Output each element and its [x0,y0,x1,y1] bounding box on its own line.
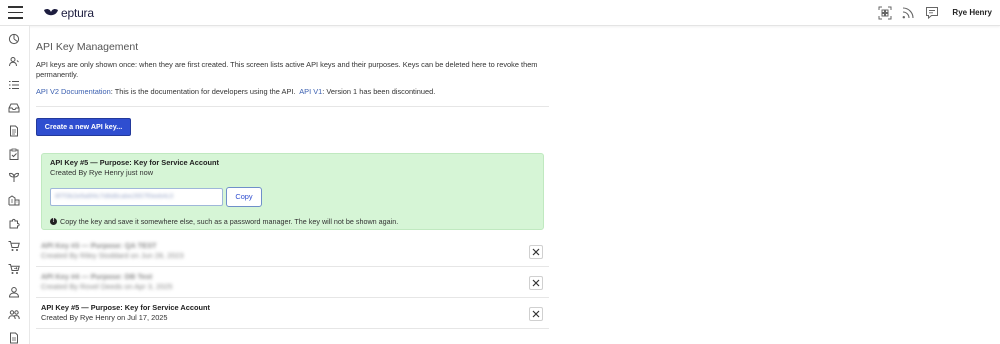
delete-key-button[interactable] [529,276,543,290]
api-key-value: 8f7f3b2e9a6f4c7d8d8cabe2657f0eeb4c3 [55,193,174,200]
api-key-row-created: Created By Rovel Deeds on Apr 3, 2025 [41,282,173,291]
people-icon[interactable] [8,56,20,68]
api-key-value-field[interactable]: 8f7f3b2e9a6f4c7d8d8cabe2657f0eeb4c3 [50,188,223,206]
cart-move-icon[interactable] [8,263,20,275]
exclamation-icon: ! [50,218,57,225]
inbox-icon[interactable] [8,102,20,114]
copy-warning-text: Copy the key and save it somewhere else,… [60,217,399,226]
qr-scan-icon[interactable] [878,6,892,20]
hamburger-menu-icon[interactable] [8,6,23,19]
close-icon [532,248,540,256]
dashboard-icon[interactable] [8,33,20,45]
api-v1-text: : Version 1 has been discontinued. [322,87,436,96]
user-name[interactable]: Rye Henry [952,8,992,17]
delete-key-button[interactable] [529,245,543,259]
person-icon[interactable] [8,286,20,298]
api-key-row: API Key #5 — Purpose: Key for Service Ac… [36,299,549,329]
api-key-row: API Key #3 — Purpose: QA TEST Created By… [36,237,549,267]
api-key-row-created: Created By Riley Stoddard on Jun 28, 202… [41,251,184,260]
eptura-logo[interactable]: eptura [44,6,94,20]
top-bar: eptura Rye Henry [0,0,1000,26]
cart-icon[interactable] [8,240,20,252]
list-icon[interactable] [8,79,20,91]
chat-icon[interactable] [925,6,939,20]
logo-text: eptura [61,6,94,20]
api-key-row-title: API Key #4 — Purpose: DB Test [41,272,153,281]
api-v2-docs-link[interactable]: API V2 Documentation [36,87,111,96]
intro-text: API keys are only shown once: when they … [36,60,538,79]
api-key-row-created: Created By Rye Henry on Jul 17, 2025 [41,313,168,322]
sidebar [0,26,30,344]
docs-line: API V2 Documentation: This is the docume… [36,87,435,96]
team-icon[interactable] [8,309,20,321]
api-key-row: API Key #4 — Purpose: DB Test Created By… [36,268,549,298]
delete-key-button[interactable] [529,307,543,321]
clipboard-icon[interactable] [8,148,20,160]
close-icon [532,279,540,287]
api-v2-docs-text: : This is the documentation for develope… [110,87,296,96]
document-icon[interactable] [8,125,20,137]
api-key-row-title: API Key #5 — Purpose: Key for Service Ac… [41,303,210,312]
copy-warning: ! Copy the key and save it somewhere els… [50,217,398,226]
api-key-row-title: API Key #3 — Purpose: QA TEST [41,241,157,250]
plant-icon[interactable] [8,171,20,183]
puzzle-icon[interactable] [8,217,20,229]
rss-feed-icon[interactable] [901,6,915,20]
new-key-panel: API Key #5 — Purpose: Key for Service Ac… [41,153,544,230]
page-title: API Key Management [36,41,139,53]
new-key-created: Created By Rye Henry just now [50,168,154,177]
divider [36,106,549,107]
logo-mark-icon [44,8,58,16]
building-icon[interactable] [8,194,20,206]
close-icon [532,310,540,318]
file-icon[interactable] [8,332,20,344]
copy-button[interactable]: Copy [226,187,262,207]
create-api-key-button[interactable]: Create a new API key... [36,118,131,136]
new-key-title: API Key #5 — Purpose: Key for Service Ac… [50,158,219,167]
api-v1-link[interactable]: API V1 [299,87,322,96]
